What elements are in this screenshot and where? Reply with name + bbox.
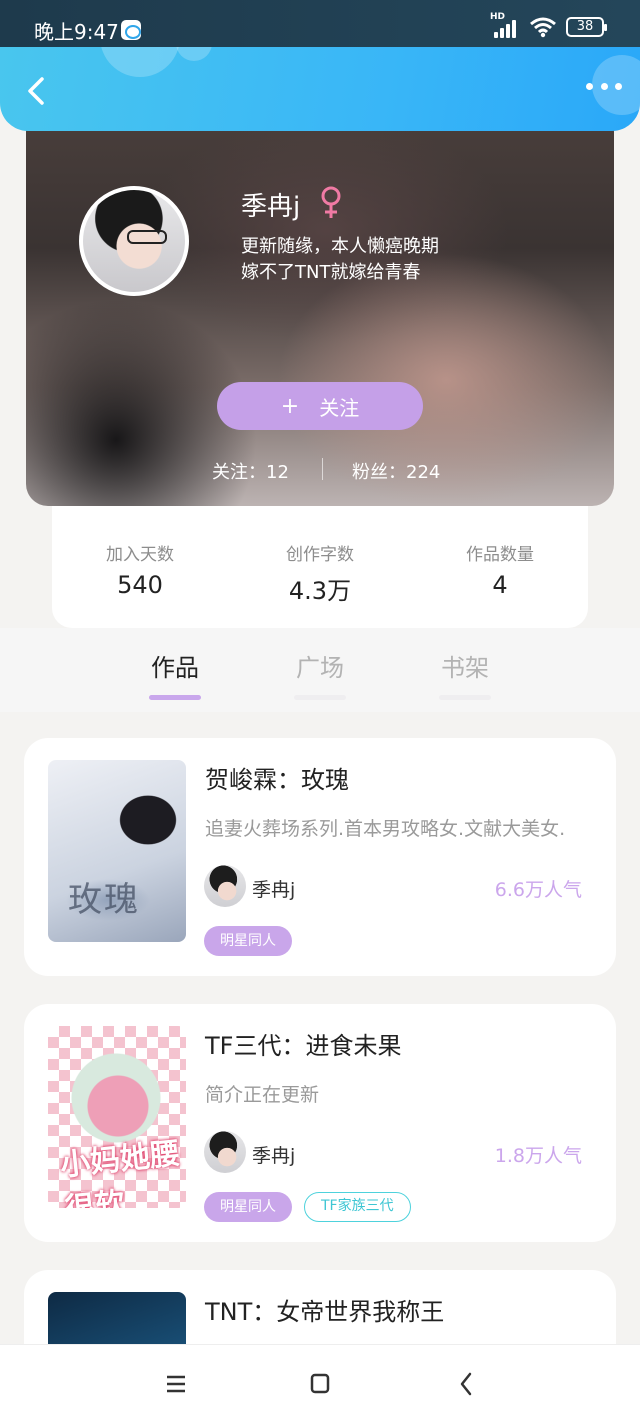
book-title[interactable]: TNT：女帝世界我称王 xyxy=(205,1292,444,1327)
tab-label: 书架 xyxy=(441,654,489,682)
book-author: 季冉j xyxy=(252,879,296,901)
status-icons: HD 38 xyxy=(490,12,607,38)
wifi-icon xyxy=(530,17,556,38)
home-square-icon[interactable] xyxy=(300,1369,340,1399)
cover-text: 玫瑰 xyxy=(68,880,140,920)
stat-works-count: 作品数量 4 xyxy=(420,540,580,599)
tab-label: 作品 xyxy=(151,654,199,682)
network-type: HD xyxy=(490,12,506,22)
stat-value: 4.3万 xyxy=(288,577,352,605)
divider xyxy=(322,458,323,480)
book-cover[interactable]: 玫瑰 xyxy=(48,760,186,942)
decorative-bubble xyxy=(100,47,180,77)
tag-list: 明星同人 xyxy=(204,926,292,956)
female-icon xyxy=(321,186,341,218)
status-time: 晚上9:47 xyxy=(34,20,119,44)
header-bar xyxy=(0,47,640,131)
tab-indicator xyxy=(149,695,201,700)
follow-button[interactable]: + 关注 xyxy=(217,382,423,430)
decorative-bubble xyxy=(176,47,212,61)
stat-word-count: 创作字数 4.3万 xyxy=(240,540,400,606)
stats-card: 加入天数 540 创作字数 4.3万 作品数量 4 xyxy=(52,506,588,628)
tab-label: 广场 xyxy=(296,654,344,682)
author-bio: 更新随缘，本人懒癌晚期 嫁不了TNT就嫁给青春 xyxy=(241,234,439,286)
stat-join-days: 加入天数 540 xyxy=(60,540,220,599)
cover-text: 小妈她腰很软 xyxy=(58,1136,182,1208)
tag[interactable]: 明星同人 xyxy=(204,1192,292,1222)
bio-line: 更新随缘，本人懒癌晚期 xyxy=(241,236,439,257)
following-count[interactable]: 关注：12 xyxy=(212,458,289,484)
menu-icon[interactable] xyxy=(156,1369,196,1399)
tab-bar: 作品 广场 书架 xyxy=(0,628,640,712)
back-button[interactable] xyxy=(18,71,58,111)
tab-bookshelf[interactable]: 书架 xyxy=(415,648,515,700)
book-title[interactable]: TF三代：进食未果 xyxy=(205,1026,401,1061)
battery-icon: 38 xyxy=(566,17,607,37)
tab-works[interactable]: 作品 xyxy=(125,648,225,700)
tab-square[interactable]: 广场 xyxy=(270,648,370,700)
avatar[interactable] xyxy=(79,186,189,296)
author-avatar xyxy=(204,865,246,907)
back-triangle-icon[interactable] xyxy=(446,1369,486,1399)
book-card[interactable]: 小妈她腰很软 TF三代：进食未果 简介正在更新 季冉j 1.8万人气 明星同人 … xyxy=(24,1004,616,1242)
book-author: 季冉j xyxy=(252,1145,296,1167)
book-popularity: 6.6万人气 xyxy=(494,879,582,901)
tag[interactable]: 明星同人 xyxy=(204,926,292,956)
stat-label: 作品数量 xyxy=(466,545,534,565)
tag[interactable]: TF家族三代 xyxy=(304,1192,411,1222)
book-description: 追妻火葬场系列.首本男攻略女.文献大美女. xyxy=(205,818,566,840)
app-notification-icon xyxy=(121,20,141,40)
book-popularity: 1.8万人气 xyxy=(494,1145,582,1167)
plus-icon: + xyxy=(280,393,300,419)
follow-counts: 关注：12 粉丝：224 xyxy=(26,456,614,484)
author-name: 季冉j xyxy=(241,192,301,222)
book-card[interactable]: 玫瑰 贺峻霖：玫瑰 追妻火葬场系列.首本男攻略女.文献大美女. 季冉j 6.6万… xyxy=(24,738,616,976)
book-title[interactable]: 贺峻霖：玫瑰 xyxy=(205,760,349,795)
more-options-button[interactable] xyxy=(586,83,622,95)
book-cover[interactable]: 小妈她腰很软 xyxy=(48,1026,186,1208)
profile-card: 季冉j 更新随缘，本人懒癌晚期 嫁不了TNT就嫁给青春 + 关注 关注：12 粉… xyxy=(26,110,614,506)
stat-label: 加入天数 xyxy=(106,545,174,565)
book-description: 简介正在更新 xyxy=(205,1084,320,1106)
signal-icon: HD xyxy=(490,12,520,38)
tab-indicator xyxy=(439,695,491,700)
stat-value: 4 xyxy=(492,571,508,599)
follow-label: 关注 xyxy=(319,395,360,420)
author-avatar xyxy=(204,1131,246,1173)
stat-label: 创作字数 xyxy=(286,545,354,565)
fans-count[interactable]: 粉丝：224 xyxy=(352,458,440,484)
stat-value: 540 xyxy=(117,571,163,599)
bio-line: 嫁不了TNT就嫁给青春 xyxy=(241,262,421,283)
system-nav-bar xyxy=(0,1344,640,1422)
tag-list: 明星同人 TF家族三代 xyxy=(204,1192,411,1222)
tab-indicator xyxy=(294,695,346,700)
